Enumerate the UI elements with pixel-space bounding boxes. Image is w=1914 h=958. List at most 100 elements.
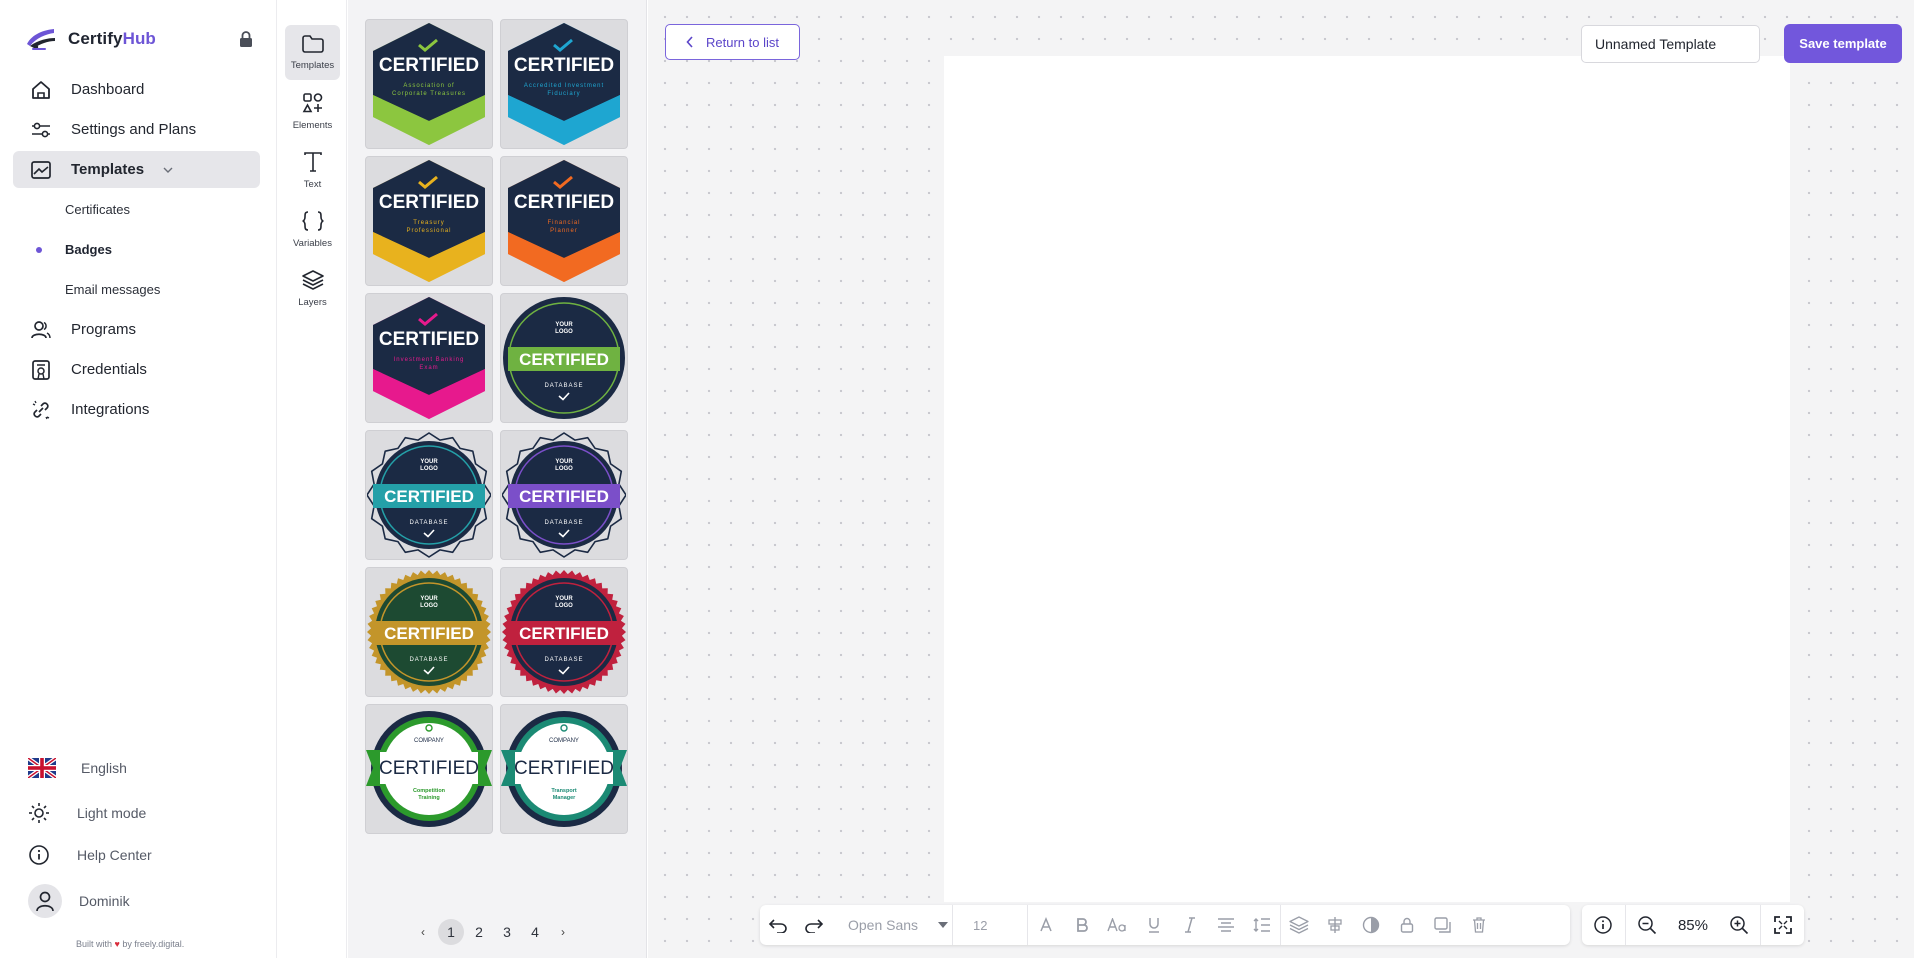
pagination: ‹ 1 2 3 4 › [410, 919, 578, 945]
bold-icon[interactable] [1064, 905, 1100, 945]
subnav-certificates[interactable]: Certificates [65, 202, 130, 217]
svg-text:YOUR: YOUR [420, 596, 438, 602]
svg-text:Manager: Manager [553, 795, 576, 801]
folder-icon [301, 35, 324, 53]
nav-integrations[interactable]: Integrations [13, 391, 260, 428]
badge-template-tile[interactable]: CERTIFIED Investment Banking Exam [365, 293, 493, 423]
user-profile[interactable]: Dominik [28, 884, 130, 918]
line-height-icon[interactable] [1244, 905, 1280, 945]
badge-template-tile[interactable]: YOUR LOGO CERTIFIED DATABASE [500, 430, 628, 560]
hex-badge-graphic: CERTIFIED Accredited Investment Fiduciar… [508, 23, 620, 145]
badge-template-tile[interactable]: CERTIFIED Treasury Professional [365, 156, 493, 286]
ribbon-badge-graphic: COMPANY CERTIFIED Competition Training [366, 711, 492, 827]
zoom-in-icon[interactable] [1718, 905, 1761, 945]
text-case-icon[interactable] [1100, 905, 1136, 945]
language-label: English [81, 760, 127, 776]
nav-dashboard[interactable]: Dashboard [13, 71, 260, 108]
font-size-input[interactable]: 12 [953, 905, 1027, 945]
svg-text:Corporate Treasures: Corporate Treasures [392, 91, 466, 97]
subnav-email-messages[interactable]: Email messages [65, 282, 160, 297]
link-icon [28, 397, 54, 423]
home-icon [28, 77, 54, 103]
text-icon [303, 152, 322, 172]
next-page-icon[interactable]: › [550, 919, 576, 945]
delete-icon[interactable] [1461, 905, 1497, 945]
rail-variables-button[interactable]: Variables [285, 202, 340, 257]
return-to-list-button[interactable]: Return to list [665, 24, 800, 60]
italic-icon[interactable] [1172, 905, 1208, 945]
text-color-icon[interactable] [1028, 905, 1064, 945]
built-prefix: Built with [76, 939, 113, 949]
badge-template-tile[interactable]: YOUR LOGO CERTIFIED DATABASE [500, 293, 628, 423]
arrange-layers-icon[interactable] [1281, 905, 1317, 945]
nav-settings[interactable]: Settings and Plans [13, 111, 260, 148]
badge-template-tile[interactable]: CERTIFIED Accredited Investment Fiduciar… [500, 19, 628, 149]
align-center-icon[interactable] [1208, 905, 1244, 945]
zoom-controls: 85% [1582, 905, 1804, 945]
badge-template-tile[interactable]: CERTIFIED Association of Corporate Treas… [365, 19, 493, 149]
nav-integrations-label: Integrations [71, 401, 150, 418]
zoom-out-icon[interactable] [1626, 905, 1669, 945]
fit-screen-icon[interactable] [1761, 905, 1804, 945]
built-suffix[interactable]: by freely.digital. [122, 939, 184, 949]
page-3[interactable]: 3 [494, 919, 520, 945]
undo-icon[interactable] [760, 905, 796, 945]
underline-icon[interactable] [1136, 905, 1172, 945]
theme-toggle[interactable]: Light mode [28, 802, 146, 824]
svg-text:CERTIFIED: CERTIFIED [514, 55, 614, 76]
zoom-level: 85% [1677, 916, 1708, 934]
nav-templates[interactable]: Templates [13, 151, 260, 188]
svg-text:LOGO: LOGO [420, 603, 438, 609]
badge-template-tile[interactable]: CERTIFIED Financial Planner [500, 156, 628, 286]
svg-text:LOGO: LOGO [420, 466, 438, 472]
language-selector[interactable]: English [28, 758, 127, 778]
rail-text-button[interactable]: Text [285, 143, 340, 198]
nav-programs[interactable]: Programs [13, 311, 260, 348]
opacity-icon[interactable] [1353, 905, 1389, 945]
shapes-icon [302, 93, 322, 113]
font-family-select[interactable]: Open Sans [832, 905, 952, 945]
prev-page-icon[interactable]: ‹ [410, 919, 436, 945]
sidebar: CertifyHub Dashboard Settings and Plans … [0, 0, 277, 958]
svg-text:Accredited Investment: Accredited Investment [524, 83, 604, 89]
design-canvas[interactable] [944, 56, 1790, 902]
lock-icon[interactable] [238, 30, 254, 48]
nav-settings-label: Settings and Plans [71, 121, 197, 138]
chevron-down-icon[interactable] [162, 164, 174, 176]
brand[interactable]: CertifyHub [24, 26, 156, 52]
badge-template-tile[interactable]: YOUR LOGO CERTIFIED DATABASE [365, 567, 493, 697]
duplicate-icon[interactable] [1425, 905, 1461, 945]
info-icon[interactable] [1582, 905, 1625, 945]
svg-text:LOGO: LOGO [555, 603, 573, 609]
nav-credentials[interactable]: Credentials [13, 351, 260, 388]
align-objects-icon[interactable] [1317, 905, 1353, 945]
save-template-button[interactable]: Save template [1784, 24, 1902, 63]
subnav-badges[interactable]: Badges [65, 242, 112, 257]
page-4[interactable]: 4 [522, 919, 548, 945]
svg-text:LOGO: LOGO [555, 466, 573, 472]
return-to-list-label: Return to list [706, 34, 779, 50]
rail-layers-button[interactable]: Layers [285, 261, 340, 316]
badge-template-tile[interactable]: COMPANY CERTIFIED Competition Training [365, 704, 493, 834]
format-toolbar: Open Sans 12 [760, 905, 1570, 945]
badge-template-tile[interactable]: YOUR LOGO CERTIFIED DATABASE [365, 430, 493, 560]
svg-text:DATABASE: DATABASE [409, 520, 448, 526]
nav-templates-label: Templates [71, 161, 145, 178]
users-icon [28, 317, 54, 343]
lock-element-icon[interactable] [1389, 905, 1425, 945]
rail-elements-button[interactable]: Elements [285, 84, 340, 139]
help-center-link[interactable]: Help Center [28, 844, 152, 866]
nav-dashboard-label: Dashboard [71, 81, 145, 98]
svg-text:CERTIFIED: CERTIFIED [519, 487, 609, 506]
page-2[interactable]: 2 [466, 919, 492, 945]
svg-text:YOUR: YOUR [555, 459, 573, 465]
redo-icon[interactable] [796, 905, 832, 945]
badge-template-tile[interactable]: COMPANY CERTIFIED Transport Manager [500, 704, 628, 834]
rail-templates-button[interactable]: Templates [285, 25, 340, 80]
svg-text:COMPANY: COMPANY [549, 738, 579, 744]
svg-text:COMPANY: COMPANY [414, 738, 444, 744]
page-1[interactable]: 1 [438, 919, 464, 945]
badge-template-tile[interactable]: YOUR LOGO CERTIFIED DATABASE [500, 567, 628, 697]
hex-badge-graphic: CERTIFIED Financial Planner [508, 160, 620, 282]
template-name-input[interactable] [1581, 25, 1760, 63]
